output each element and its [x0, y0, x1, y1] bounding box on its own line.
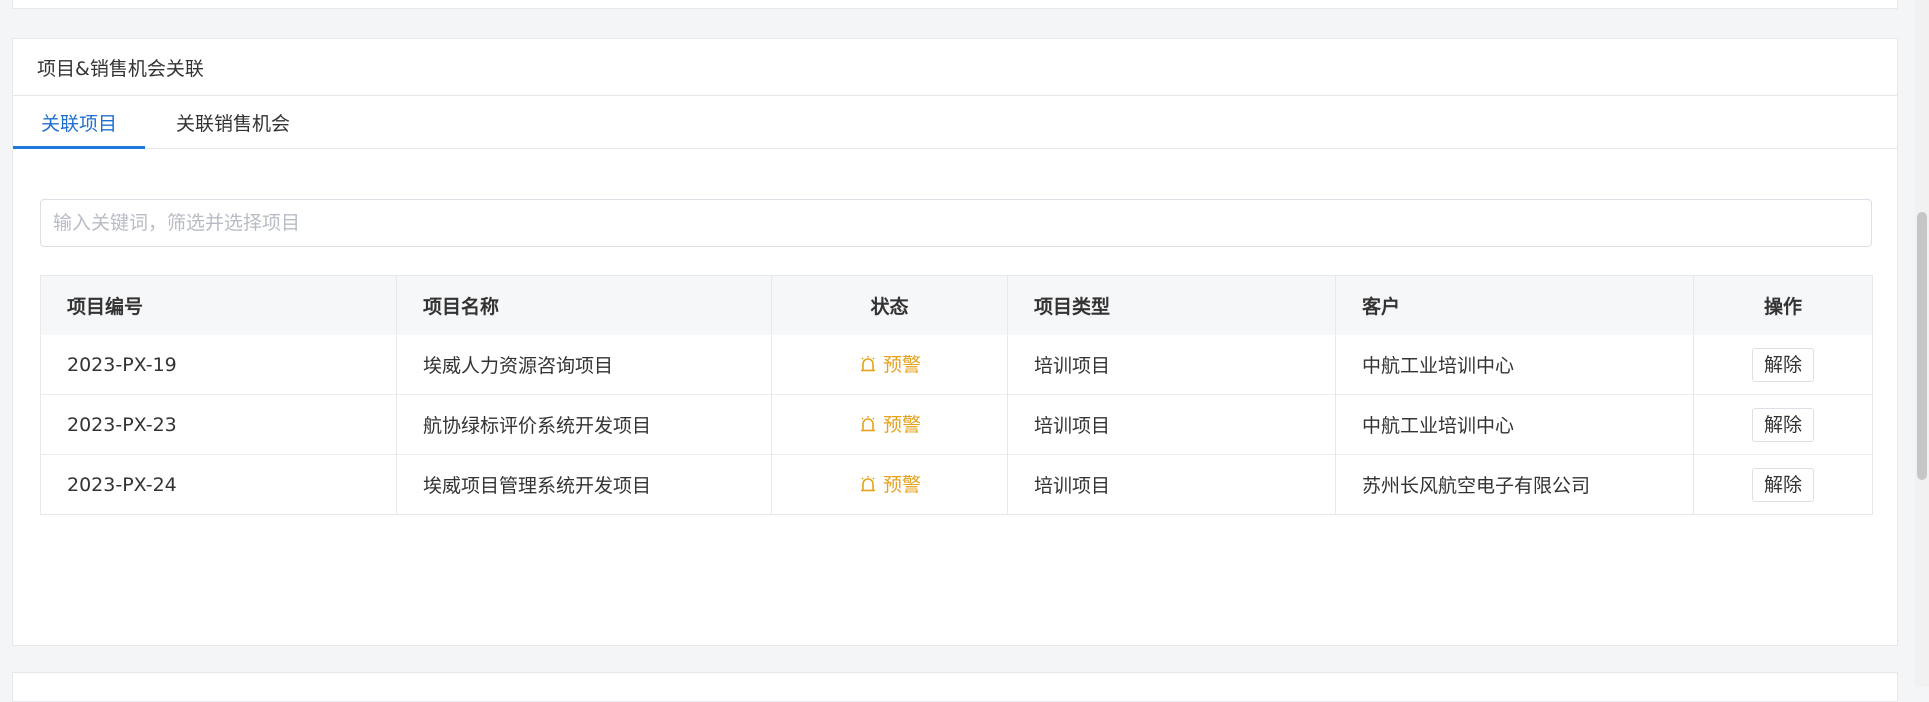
- project-type: 培训项目: [1007, 394, 1336, 455]
- scrollbar-thumb[interactable]: [1917, 212, 1927, 480]
- alarm-icon: [860, 355, 875, 372]
- project-type: 培训项目: [1007, 454, 1336, 515]
- project-code: 2023-PX-23: [40, 394, 397, 455]
- table-row: 2023-PX-24 埃威项目管理系统开发项目 预警 培训项目 苏州长风航空电子…: [40, 454, 1873, 515]
- project-name: 航协绿标评价系统开发项目: [396, 394, 772, 455]
- next-card: [12, 672, 1898, 702]
- status-badge: 预警: [858, 470, 921, 497]
- previous-card: [12, 0, 1898, 9]
- status-cell: 预警: [771, 334, 1008, 395]
- table-header-row: 项目编号 项目名称 状态 项目类型 客户 操作: [40, 275, 1873, 335]
- status-badge: 预警: [858, 350, 921, 377]
- project-opportunity-link-card: 项目&销售机会关联 关联项目 关联销售机会 项目编号 项目名称: [12, 38, 1898, 646]
- link-tabs: 关联项目 关联销售机会: [13, 96, 1897, 149]
- status-text: 预警: [882, 474, 921, 497]
- action-cell: 解除: [1693, 454, 1873, 515]
- column-header-action: 操作: [1693, 275, 1873, 335]
- page-scrollbar[interactable]: [1915, 0, 1929, 687]
- linked-projects-table: 项目编号 项目名称 状态 项目类型 客户 操作 2023-PX-19 埃威人力资…: [40, 275, 1873, 515]
- project-code: 2023-PX-24: [40, 454, 397, 515]
- tab-linked-projects[interactable]: 关联项目: [13, 96, 145, 149]
- status-cell: 预警: [771, 394, 1008, 455]
- column-header-type: 项目类型: [1007, 275, 1336, 335]
- tab-linked-opportunities[interactable]: 关联销售机会: [155, 96, 311, 148]
- table-row: 2023-PX-23 航协绿标评价系统开发项目 预警 培训项目 中航工业培训中心…: [40, 394, 1873, 455]
- customer-name: 中航工业培训中心: [1335, 394, 1694, 455]
- project-search-input[interactable]: [40, 199, 1872, 247]
- table-row: 2023-PX-19 埃威人力资源咨询项目 预警 培训项目 中航工业培训中心 解…: [40, 334, 1873, 395]
- column-header-name: 项目名称: [396, 275, 772, 335]
- column-header-status: 状态: [771, 275, 1008, 335]
- action-cell: 解除: [1693, 394, 1873, 455]
- alarm-icon: [860, 415, 875, 432]
- status-cell: 预警: [771, 454, 1008, 515]
- search-box: [40, 199, 1872, 247]
- project-name: 埃威人力资源咨询项目: [396, 334, 772, 395]
- customer-name: 苏州长风航空电子有限公司: [1335, 454, 1694, 515]
- unbind-button[interactable]: 解除: [1751, 347, 1814, 382]
- linked-projects-table-wrap: 项目编号 项目名称 状态 项目类型 客户 操作 2023-PX-19 埃威人力资…: [40, 275, 1873, 515]
- card-title: 项目&销售机会关联: [13, 39, 1897, 96]
- project-code: 2023-PX-19: [40, 334, 397, 395]
- status-text: 预警: [882, 354, 921, 377]
- unbind-button[interactable]: 解除: [1751, 467, 1814, 502]
- project-name: 埃威项目管理系统开发项目: [396, 454, 772, 515]
- tab-label: 关联项目: [40, 112, 117, 135]
- tab-label: 关联销售机会: [175, 112, 290, 135]
- column-header-code: 项目编号: [40, 275, 397, 335]
- project-type: 培训项目: [1007, 334, 1336, 395]
- status-badge: 预警: [858, 410, 921, 437]
- column-header-customer: 客户: [1335, 275, 1694, 335]
- action-cell: 解除: [1693, 334, 1873, 395]
- unbind-button[interactable]: 解除: [1751, 407, 1814, 442]
- alarm-icon: [860, 475, 875, 492]
- status-text: 预警: [882, 414, 921, 437]
- customer-name: 中航工业培训中心: [1335, 334, 1694, 395]
